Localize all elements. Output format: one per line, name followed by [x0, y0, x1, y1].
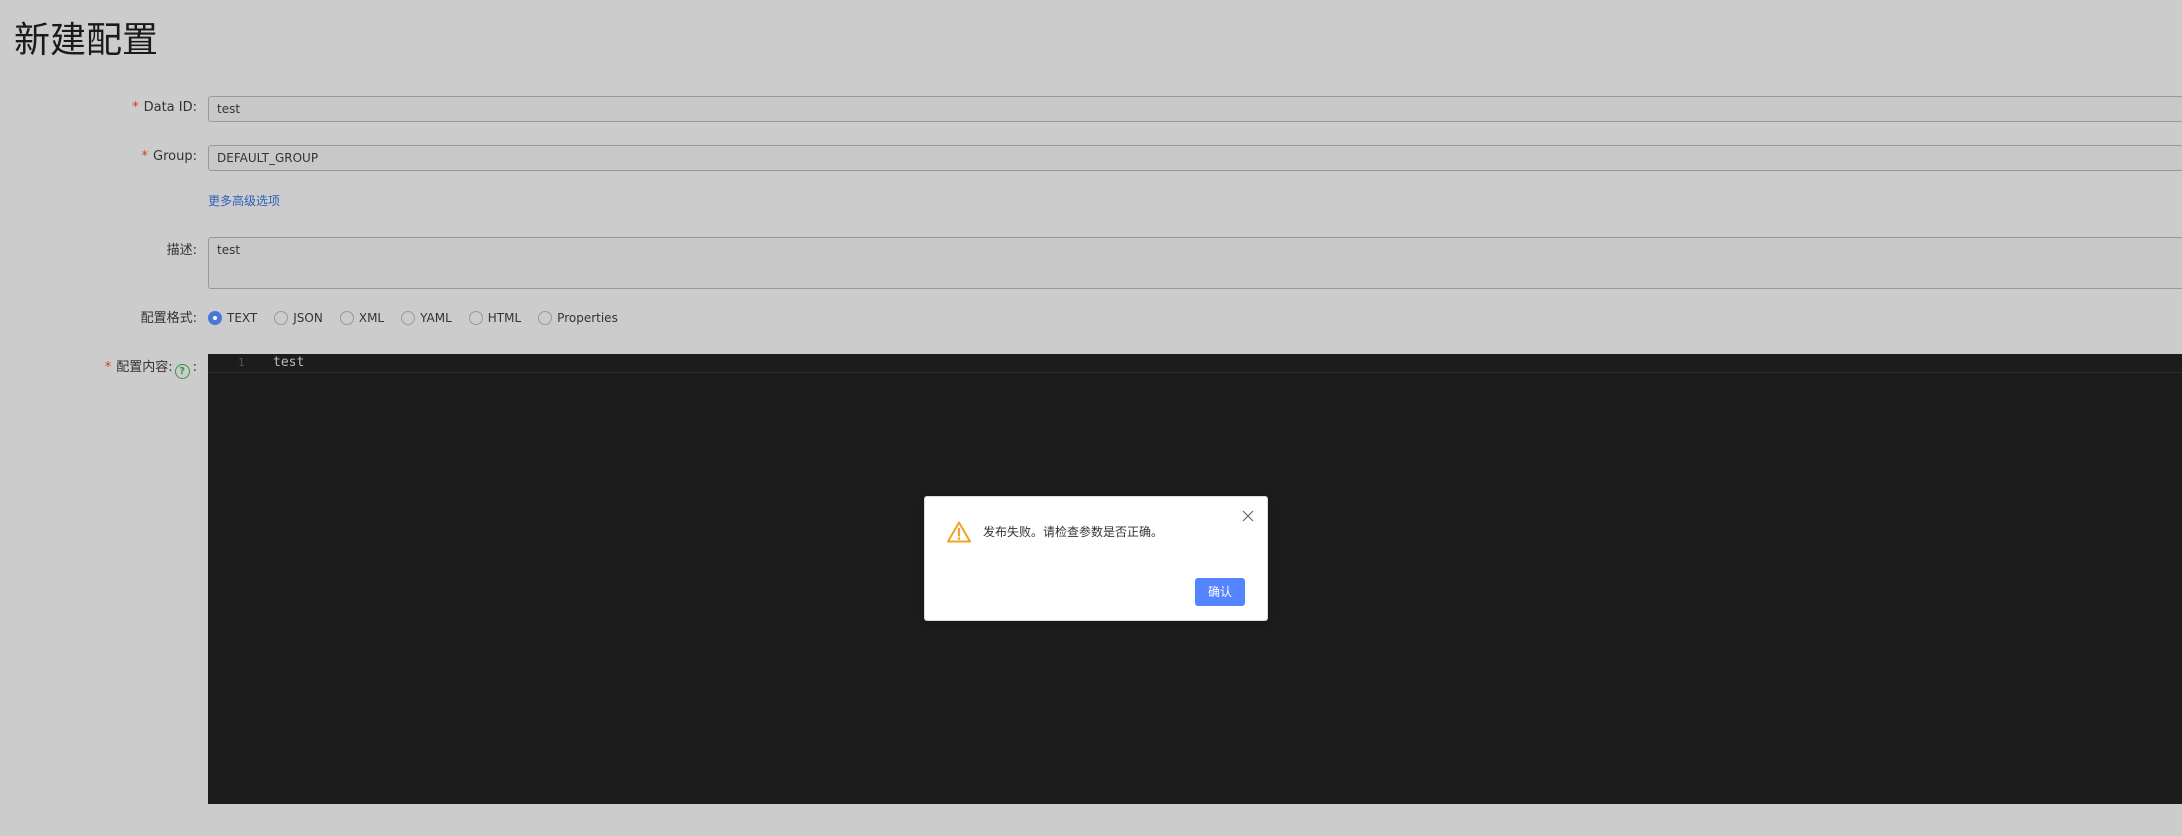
group-input[interactable] — [208, 145, 2182, 171]
data-id-input[interactable] — [208, 96, 2182, 122]
radio-circle[interactable] — [401, 311, 416, 325]
advanced-options-link[interactable]: 更多高级选项 — [208, 193, 280, 209]
confirm-button[interactable]: 确认 — [1195, 578, 1245, 606]
dialog-message: 发布失败。请检查参数是否正确。 — [983, 525, 1164, 539]
format-radio-group: TEXT JSON XML YAML HTML Properties — [208, 309, 635, 327]
warning-triangle-icon — [947, 521, 971, 543]
format-option-label: JSON — [293, 311, 323, 325]
required-mark: * — [132, 100, 139, 115]
content-label-text: 配置内容: — [116, 360, 173, 375]
question-circle-icon[interactable]: ? — [174, 364, 190, 379]
code-line-text[interactable]: test — [273, 355, 304, 370]
radio-circle[interactable] — [208, 311, 222, 325]
description-label: 描述: — [166, 243, 197, 258]
radio-circle[interactable] — [339, 311, 354, 325]
required-mark: * — [141, 149, 149, 164]
format-option-label: XML — [358, 311, 385, 325]
format-option-label: Properties — [557, 311, 618, 325]
line-number: 1 — [238, 356, 245, 369]
required-mark: * — [104, 360, 112, 375]
format-label: 配置格式: — [140, 311, 197, 326]
format-option-text[interactable]: TEXT — [208, 311, 257, 325]
data-id-label-text: Data ID: — [143, 100, 197, 115]
new-config-page: 新建配置 * Data ID: * Group: 更多高级选项 描述: test 配… — [0, 0, 2182, 836]
content-label: * 配置内容:?: — [105, 360, 197, 379]
close-icon[interactable] — [1241, 509, 1255, 523]
page-title: 新建配置 — [14, 20, 159, 61]
radio-circle[interactable] — [468, 311, 483, 325]
format-option-html[interactable]: HTML — [468, 311, 522, 325]
group-label: * Group: — [142, 149, 197, 165]
content-label-colon: : — [192, 360, 197, 375]
group-label-text: Group: — [153, 149, 197, 164]
radio-circle[interactable] — [274, 311, 289, 325]
data-id-label: * Data ID: — [132, 100, 197, 116]
format-option-properties[interactable]: Properties — [538, 311, 618, 325]
editor-line: 1 test — [208, 354, 2182, 373]
format-option-label: HTML — [487, 311, 522, 325]
format-option-xml[interactable]: XML — [339, 311, 385, 325]
error-dialog: 发布失败。请检查参数是否正确。 确认 — [924, 496, 1268, 621]
format-option-label: YAML — [420, 311, 452, 325]
format-option-json[interactable]: JSON — [274, 311, 323, 325]
description-textarea[interactable]: test — [208, 237, 2182, 289]
format-option-label: TEXT — [227, 311, 258, 325]
radio-circle[interactable] — [538, 311, 553, 325]
format-option-yaml[interactable]: YAML — [401, 311, 452, 325]
